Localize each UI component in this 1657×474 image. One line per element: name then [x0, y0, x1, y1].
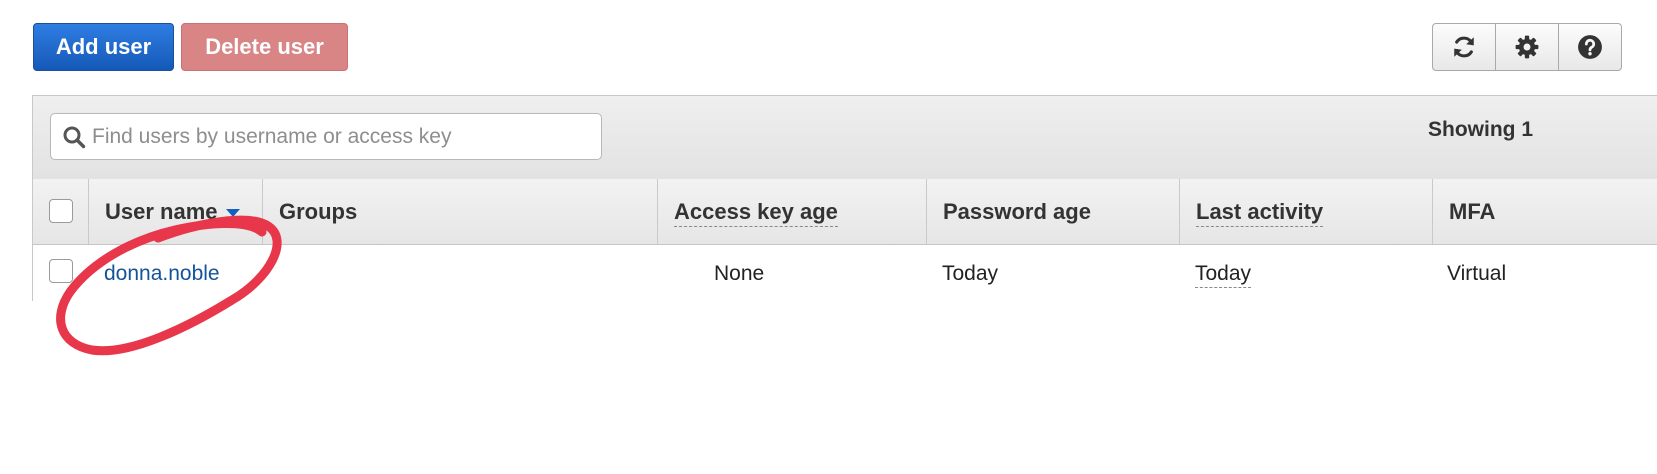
user-name-link[interactable]: donna.noble [104, 262, 220, 286]
column-groups[interactable]: Groups [263, 179, 658, 244]
column-mfa[interactable]: MFA [1433, 179, 1657, 244]
column-mfa-label: MFA [1449, 199, 1496, 224]
column-user-name[interactable]: User name [89, 179, 263, 244]
results-count: Showing 1 [1428, 118, 1533, 141]
column-last-activity-label: Last activity [1196, 199, 1324, 227]
search-box[interactable] [50, 113, 602, 160]
password-age-cell: Today [942, 262, 999, 285]
delete-user-button[interactable]: Delete user [181, 23, 348, 71]
search-icon [60, 123, 88, 151]
select-all-checkbox[interactable] [49, 199, 73, 223]
table-header: User name Groups Access key age Password… [33, 179, 1657, 245]
refresh-icon [1454, 36, 1474, 58]
help-button[interactable] [1559, 24, 1621, 70]
column-password-age-label: Password age [943, 199, 1091, 224]
refresh-button[interactable] [1433, 24, 1496, 70]
column-user-name-text: User name [105, 199, 218, 224]
iam-users-page: Add user Delete user Find users by usern… [0, 0, 1657, 474]
filter-bar: Showing 1 [33, 96, 1657, 180]
column-password-age[interactable]: Password age [927, 179, 1180, 244]
last-activity-cell: Today [1195, 262, 1252, 288]
column-access-key-age-label: Access key age [674, 199, 838, 227]
select-all-column [33, 179, 89, 244]
mfa-cell: Virtual [1447, 262, 1507, 285]
add-user-button[interactable]: Add user [33, 23, 174, 71]
column-user-name-label: User name [105, 199, 240, 225]
sort-descending-icon [225, 209, 240, 218]
search-input[interactable] [88, 115, 601, 158]
row-select-checkbox[interactable] [49, 259, 73, 283]
column-last-activity[interactable]: Last activity [1180, 179, 1433, 244]
column-access-key-age[interactable]: Access key age [658, 179, 927, 244]
access-key-age-cell: None [714, 262, 765, 285]
gear-icon [1515, 35, 1539, 59]
settings-button[interactable] [1496, 24, 1559, 70]
column-groups-label: Groups [279, 199, 358, 224]
toolbar-icon-group [1432, 23, 1622, 71]
table-row[interactable]: donna.noble None Today Today Virtual [33, 245, 1657, 301]
help-icon [1578, 35, 1602, 59]
users-table-panel: Showing 1 User name Groups Access key ag… [32, 95, 1657, 301]
